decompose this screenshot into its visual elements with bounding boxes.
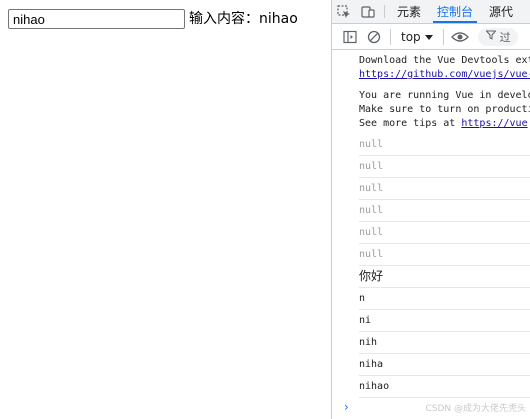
page-viewport: 输入内容：nihao [0, 0, 331, 419]
filter-icon [485, 30, 497, 43]
chevron-down-icon [424, 30, 433, 44]
tab-console[interactable]: 控制台 [429, 0, 481, 23]
toolbar-separator [390, 28, 391, 45]
tab-elements[interactable]: 元素 [389, 0, 429, 23]
filter-placeholder: 过 [499, 30, 511, 44]
console-prompt-chevron-icon[interactable]: › [344, 400, 349, 414]
message-text: Download the Vue Devtools ext [359, 55, 530, 66]
text-input[interactable] [8, 9, 185, 29]
console-log-row: null [359, 156, 530, 178]
console-log-row: null [359, 200, 530, 222]
console-log-row: nih [359, 332, 530, 354]
message-link[interactable]: https://vue [461, 118, 527, 129]
devtools-tab-bar: 元素 控制台 源代 [332, 0, 530, 24]
clear-console-icon[interactable] [362, 26, 386, 48]
console-log-row: niha [359, 354, 530, 376]
live-expression-eye-icon[interactable] [448, 26, 472, 48]
toolbar-separator [442, 28, 444, 45]
message-text: Make sure to turn on producti [359, 104, 530, 115]
tab-separator [384, 5, 385, 18]
tab-sources[interactable]: 源代 [481, 0, 521, 23]
sidebar-toggle-icon[interactable] [338, 26, 362, 48]
console-log-row: null [359, 178, 530, 200]
context-selector[interactable]: top [395, 27, 439, 47]
devtools-panel: 元素 控制台 源代 top 过 Download the Vue Devtool… [331, 0, 530, 419]
device-toolbar-icon[interactable] [356, 0, 380, 23]
watermark: CSDN @成为大佬先秃头 [425, 404, 526, 414]
console-output: Download the Vue Devtools ext https://gi… [332, 50, 530, 419]
console-log-row: ni [359, 310, 530, 332]
message-text: You are running Vue in develo [359, 90, 530, 101]
console-log-row: null [359, 134, 530, 156]
console-log-row: 你好 [359, 266, 530, 288]
console-log-row: nihao [359, 376, 530, 398]
console-log-row: null [359, 222, 530, 244]
console-toolbar: top 过 [332, 24, 530, 50]
inspect-element-icon[interactable] [332, 0, 356, 23]
output-text: 输入内容：nihao [189, 11, 298, 27]
console-filter-input[interactable]: 过 [477, 27, 518, 46]
console-log-row: null [359, 244, 530, 266]
console-log-row: n [359, 288, 530, 310]
message-link[interactable]: https://github.com/vuejs/vue- [359, 69, 530, 80]
console-message: Download the Vue Devtools ext https://gi… [332, 50, 530, 85]
context-selector-label: top [401, 29, 421, 44]
message-text: See more tips at [359, 118, 462, 129]
console-message: You are running Vue in develo Make sure … [332, 85, 530, 134]
